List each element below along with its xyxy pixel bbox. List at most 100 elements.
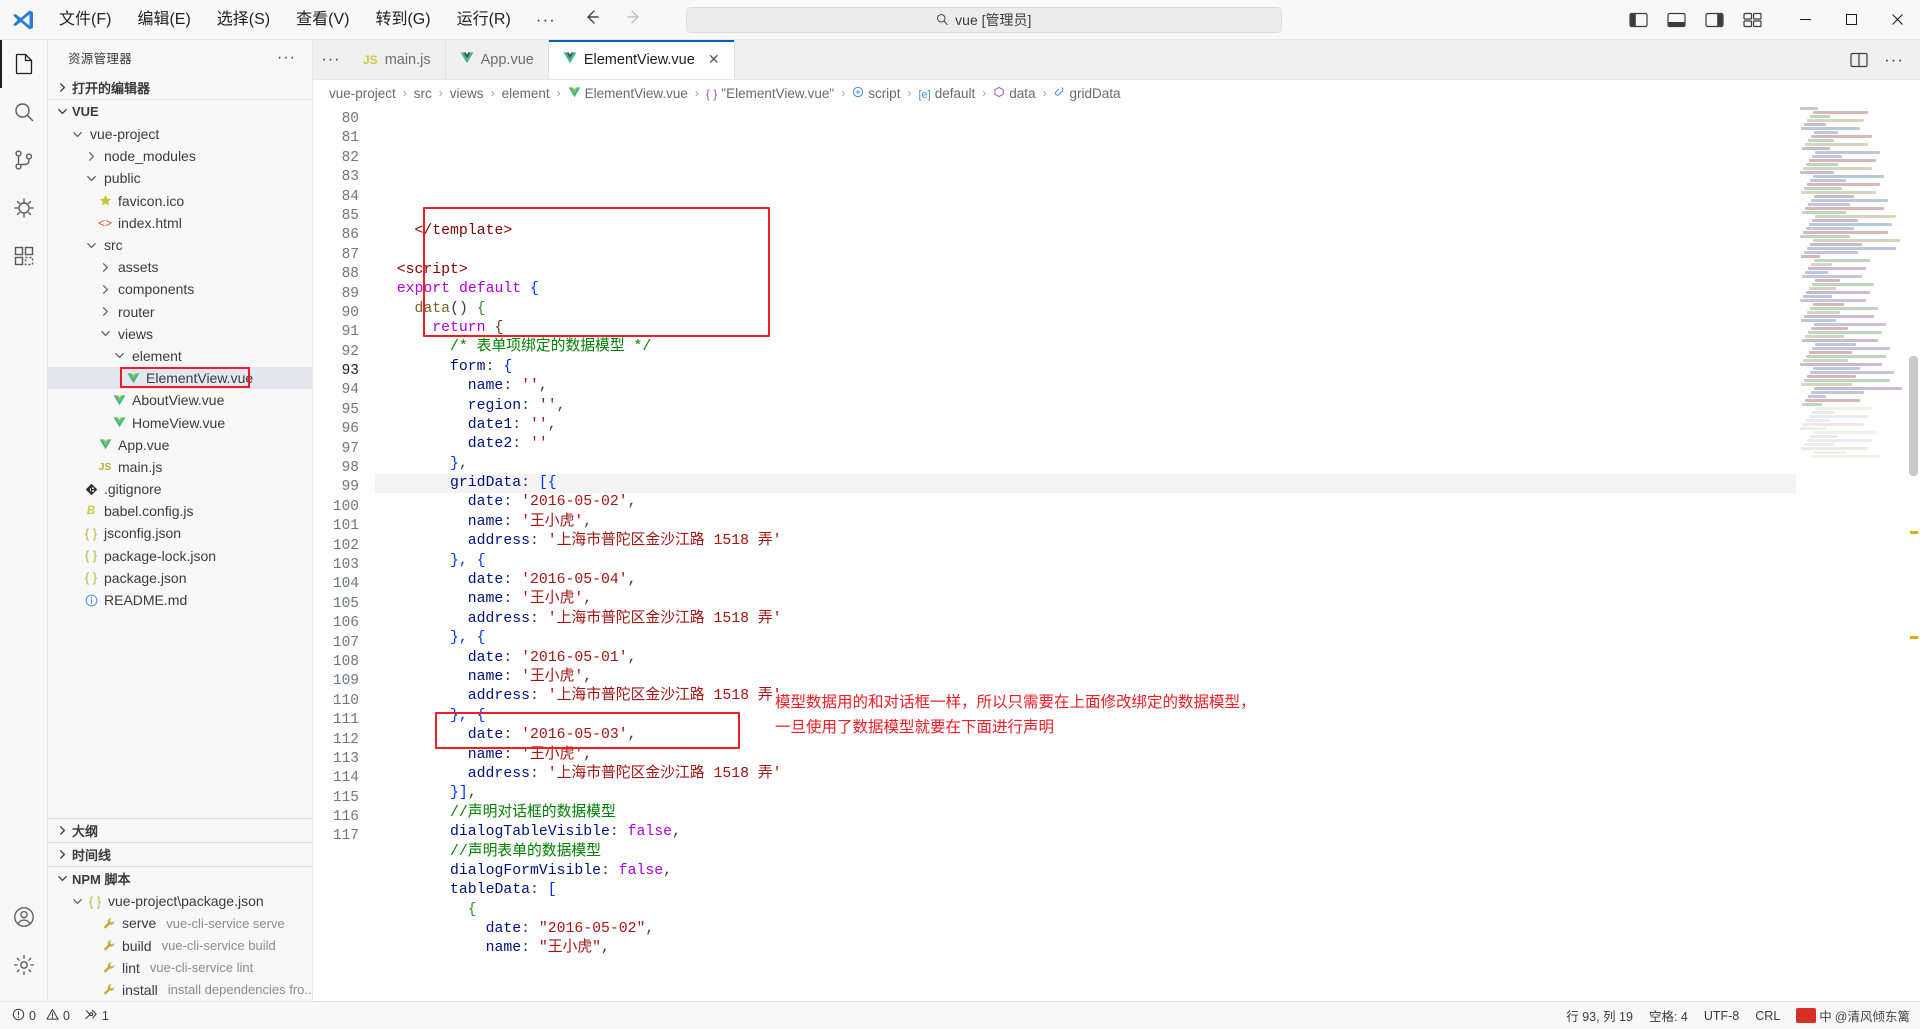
- code-line[interactable]: address: '上海市普陀区金沙江路 1518 弄': [375, 765, 1796, 784]
- code-line[interactable]: [375, 241, 1796, 260]
- code-line[interactable]: }],: [375, 784, 1796, 803]
- code-line[interactable]: address: '上海市普陀区金沙江路 1518 弄': [375, 610, 1796, 629]
- breadcrumb-item-default[interactable]: [e] default: [918, 86, 975, 101]
- menu-edit[interactable]: 编辑(E): [124, 0, 203, 40]
- tree-item-node-modules[interactable]: node_modules: [48, 145, 312, 167]
- code-content[interactable]: </template> <script> export default { da…: [375, 106, 1796, 1001]
- code-line[interactable]: name: '王小虎',: [375, 668, 1796, 687]
- activity-extensions-icon[interactable]: [0, 232, 48, 280]
- customize-layout-icon[interactable]: [1742, 11, 1762, 29]
- activity-search-icon[interactable]: [0, 88, 48, 136]
- code-line[interactable]: tableData: [: [375, 881, 1796, 900]
- window-minimize-button[interactable]: [1782, 0, 1828, 40]
- tab-main-js[interactable]: JS main.js: [349, 40, 446, 79]
- tree-item-aboutview-vue[interactable]: AboutView.vue: [48, 389, 312, 411]
- code-line[interactable]: date: '2016-05-03',: [375, 726, 1796, 745]
- section-open-editors[interactable]: 打开的编辑器: [48, 75, 312, 99]
- editor-scrollbar[interactable]: [1906, 106, 1920, 1001]
- npm-script-build[interactable]: build vue-cli-service build: [48, 934, 312, 956]
- minimap[interactable]: [1796, 106, 1906, 1001]
- code-line[interactable]: data() {: [375, 300, 1796, 319]
- activity-run-debug-icon[interactable]: [0, 184, 48, 232]
- code-line[interactable]: {: [375, 901, 1796, 920]
- code-line[interactable]: return {: [375, 319, 1796, 338]
- npm-script-install[interactable]: install install dependencies fro...: [48, 979, 315, 1001]
- tree-item-readme-md[interactable]: README.md: [48, 589, 312, 611]
- code-line[interactable]: date: '2016-05-01',: [375, 649, 1796, 668]
- code-line[interactable]: dialogTableVisible: false,: [375, 823, 1796, 842]
- tree-item-elementview-vue[interactable]: ElementView.vue: [48, 367, 312, 390]
- code-line[interactable]: date: "2016-05-02",: [375, 920, 1796, 939]
- menu-run[interactable]: 运行(R): [444, 0, 524, 40]
- more-actions-icon[interactable]: ···: [1884, 50, 1904, 70]
- code-line[interactable]: name: '',: [375, 377, 1796, 396]
- breadcrumb-item-elementview.vue[interactable]: { } "ElementView.vue": [706, 86, 834, 101]
- tree-item-package-json[interactable]: { } package.json: [48, 567, 312, 589]
- breadcrumb-item-element[interactable]: element: [502, 86, 550, 101]
- menu-overflow-icon[interactable]: ···: [524, 0, 568, 40]
- split-editor-icon[interactable]: [1850, 52, 1868, 68]
- tab-app-vue[interactable]: App.vue: [445, 40, 549, 79]
- code-line[interactable]: <script>: [375, 261, 1796, 280]
- code-line[interactable]: gridData: [{: [375, 474, 1796, 494]
- tree-item-package-lock-json[interactable]: { } package-lock.json: [48, 545, 312, 567]
- tree-item-favicon-ico[interactable]: favicon.ico: [48, 190, 312, 212]
- tree-item-vue-project[interactable]: vue-project: [48, 123, 312, 145]
- tree-item-gitignore[interactable]: .gitignore: [48, 478, 312, 500]
- code-line[interactable]: name: '王小虎',: [375, 590, 1796, 609]
- breadcrumb-item-script[interactable]: script: [852, 86, 900, 101]
- code-line[interactable]: name: "王小虎",: [375, 939, 1796, 958]
- toggle-panel-icon[interactable]: [1666, 11, 1686, 29]
- explorer-more-actions-icon[interactable]: ···: [277, 49, 308, 67]
- breadcrumb-item-vueproject[interactable]: vue-project: [329, 86, 396, 101]
- status-indentation[interactable]: 空格: 4: [1649, 1006, 1688, 1025]
- code-line[interactable]: },: [375, 455, 1796, 474]
- code-line[interactable]: address: '上海市普陀区金沙江路 1518 弄': [375, 532, 1796, 551]
- window-maximize-button[interactable]: [1828, 0, 1874, 40]
- code-line[interactable]: }, {: [375, 552, 1796, 571]
- tree-item-homeview-vue[interactable]: HomeView.vue: [48, 411, 312, 433]
- code-line[interactable]: }, {: [375, 629, 1796, 648]
- menu-file[interactable]: 文件(F): [46, 0, 124, 40]
- arrow-left-icon[interactable]: [582, 7, 602, 33]
- code-line[interactable]: dialogFormVisible: false,: [375, 862, 1796, 881]
- activity-gear-icon[interactable]: [0, 941, 48, 989]
- section-timeline[interactable]: 时间线: [48, 842, 312, 866]
- code-line[interactable]: date1: '',: [375, 416, 1796, 435]
- tree-item-src[interactable]: src: [48, 234, 312, 256]
- code-line[interactable]: export default {: [375, 280, 1796, 299]
- tree-item-router[interactable]: router: [48, 301, 312, 323]
- code-line[interactable]: //声明对话框的数据模型: [375, 804, 1796, 823]
- breadcrumb-item-elementview.vue[interactable]: ElementView.vue: [568, 86, 688, 101]
- tab-elementview-vue[interactable]: ElementView.vue ✕: [548, 40, 735, 79]
- code-line[interactable]: date: '2016-05-02',: [375, 493, 1796, 512]
- tree-item-public[interactable]: public: [48, 167, 312, 189]
- tree-item-main-js[interactable]: JS main.js: [48, 456, 312, 478]
- tree-item-components[interactable]: components: [48, 278, 312, 300]
- breadcrumb-item-src[interactable]: src: [414, 86, 432, 101]
- tree-item-assets[interactable]: assets: [48, 256, 312, 278]
- code-line[interactable]: date: '2016-05-04',: [375, 571, 1796, 590]
- menu-view[interactable]: 查看(V): [283, 0, 362, 40]
- tree-item-element[interactable]: element: [48, 345, 312, 367]
- menu-go[interactable]: 转到(G): [362, 0, 443, 40]
- code-line[interactable]: name: '王小虎',: [375, 746, 1796, 765]
- section-workspace[interactable]: VUE: [48, 99, 312, 123]
- activity-account-icon[interactable]: [0, 893, 48, 941]
- command-center-search[interactable]: vue [管理员]: [685, 6, 1282, 33]
- window-close-button[interactable]: [1874, 0, 1920, 40]
- toggle-secondary-sidebar-icon[interactable]: [1704, 11, 1724, 29]
- code-line[interactable]: /* 表单项绑定的数据模型 */: [375, 338, 1796, 357]
- close-icon[interactable]: ✕: [708, 51, 720, 68]
- code-line[interactable]: </template>: [375, 222, 1796, 241]
- code-editor[interactable]: 80 81 82 83 84 85 86 87 88 89 90 91 92 93 94 95 96 97 98 99…: [313, 106, 1920, 1001]
- npm-script-lint[interactable]: lint vue-cli-service lint: [48, 957, 312, 979]
- code-line[interactable]: name: '王小虎',: [375, 513, 1796, 532]
- tree-item-babel-config-js[interactable]: Bbabel.config.js: [48, 500, 312, 522]
- scrollbar-thumb[interactable]: [1909, 356, 1918, 476]
- status-ports[interactable]: 1: [84, 1008, 109, 1024]
- breadcrumb-item-griddata[interactable]: gridData: [1054, 86, 1121, 101]
- toggle-primary-sidebar-icon[interactable]: [1628, 11, 1648, 29]
- npm-package-item[interactable]: { } vue-project\package.json: [48, 890, 312, 912]
- status-encoding[interactable]: UTF-8: [1704, 1009, 1739, 1023]
